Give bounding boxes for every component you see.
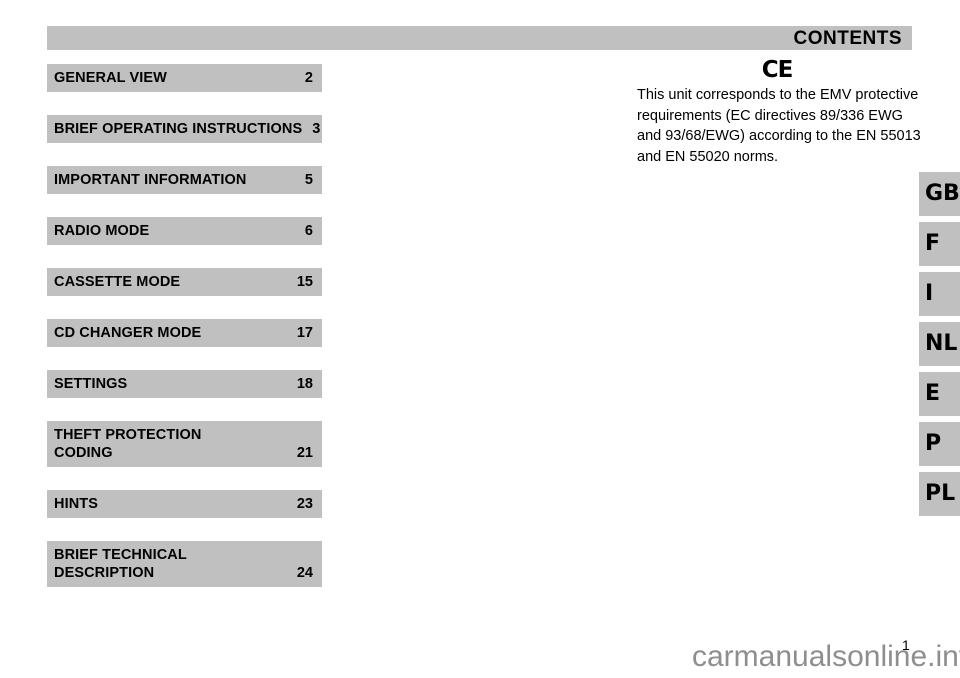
watermark-text: carmanualsonline.info <box>692 640 960 673</box>
language-tab-label: P <box>925 431 942 456</box>
toc-entry-label: IMPORTANT INFORMATION <box>54 172 247 188</box>
language-tab-p[interactable]: P <box>919 422 960 466</box>
toc-entry-important-information[interactable]: IMPORTANT INFORMATION 5 <box>47 166 322 194</box>
ce-notice-text: This unit corresponds to the EMV protect… <box>637 87 921 165</box>
toc-entry-hints[interactable]: HINTS 23 <box>47 490 322 518</box>
toc-entry-page: 5 <box>304 172 313 188</box>
toc-entry-label: SETTINGS <box>54 376 128 392</box>
language-tab-e[interactable]: E <box>919 372 960 416</box>
toc-entry-page: 3 <box>312 121 321 137</box>
toc-entry-cd-changer-mode[interactable]: CD CHANGER MODE 17 <box>47 319 322 347</box>
toc-entry-brief-technical-description[interactable]: BRIEF TECHNICAL DESCRIPTION 24 <box>47 541 322 587</box>
toc-entry-page: 18 <box>296 376 313 392</box>
toc-entry-label-line2: DESCRIPTION <box>54 565 155 581</box>
toc-entry-label: CD CHANGER MODE <box>54 325 202 341</box>
language-tab-strip: GB F I NL E P PL <box>919 172 960 522</box>
toc-entry-page: 23 <box>296 496 313 512</box>
toc-entry-cassette-mode[interactable]: CASSETTE MODE 15 <box>47 268 322 296</box>
toc-entry-page: 17 <box>296 325 313 341</box>
toc-entry-label: RADIO MODE <box>54 223 150 239</box>
toc-entry-radio-mode[interactable]: RADIO MODE 6 <box>47 217 322 245</box>
toc-entry-theft-protection-coding[interactable]: THEFT PROTECTION CODING 21 <box>47 421 322 467</box>
toc-entry-label: HINTS <box>54 496 98 512</box>
language-tab-f[interactable]: F <box>919 222 960 266</box>
language-tab-label: GB <box>925 181 960 206</box>
toc-entry-label: THEFT PROTECTION <box>54 427 202 443</box>
table-of-contents: GENERAL VIEW 2 BRIEF OPERATING INSTRUCTI… <box>47 64 322 610</box>
language-tab-label: I <box>925 281 934 306</box>
document-page: CONTENTS GENERAL VIEW 2 BRIEF OPERATING … <box>0 0 960 678</box>
language-tab-label: E <box>925 381 941 406</box>
toc-entry-page: 21 <box>296 445 313 461</box>
language-tab-label: NL <box>925 331 958 356</box>
toc-entry-page: 6 <box>304 223 313 239</box>
toc-entry-page: 2 <box>304 70 313 86</box>
ce-conformity-notice: CE This unit corresponds to the EMV prot… <box>637 58 922 167</box>
toc-entry-page: 24 <box>296 565 313 581</box>
contents-header-bar: CONTENTS <box>47 26 912 50</box>
ce-mark-icon: CE <box>761 57 794 83</box>
toc-entry-label: GENERAL VIEW <box>54 70 167 86</box>
language-tab-pl[interactable]: PL <box>919 472 960 516</box>
language-tab-gb[interactable]: GB <box>919 172 960 216</box>
language-tab-nl[interactable]: NL <box>919 322 960 366</box>
language-tab-label: PL <box>925 481 956 506</box>
toc-entry-label-line2: CODING <box>54 445 113 461</box>
language-tab-label: F <box>925 231 941 256</box>
toc-entry-general-view[interactable]: GENERAL VIEW 2 <box>47 64 322 92</box>
language-tab-i[interactable]: I <box>919 272 960 316</box>
toc-entry-settings[interactable]: SETTINGS 18 <box>47 370 322 398</box>
toc-entry-label: BRIEF OPERATING INSTRUCTIONS <box>54 121 303 137</box>
toc-entry-label: CASSETTE MODE <box>54 274 181 290</box>
page-title: CONTENTS <box>793 28 902 49</box>
toc-entry-label: BRIEF TECHNICAL <box>54 547 187 563</box>
toc-entry-brief-operating-instructions[interactable]: BRIEF OPERATING INSTRUCTIONS 3 <box>47 115 322 143</box>
toc-entry-page: 15 <box>296 274 313 290</box>
